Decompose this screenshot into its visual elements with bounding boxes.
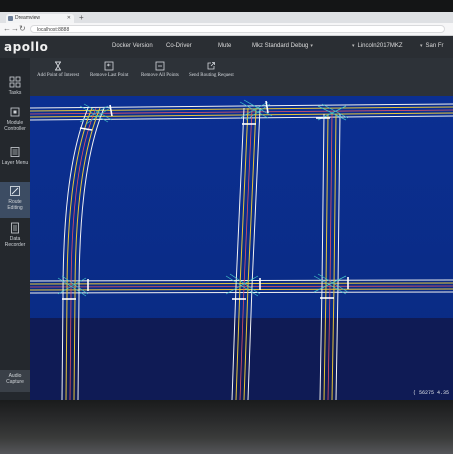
browser-tab-bar: Dreamview ✕ + (0, 12, 453, 23)
docker-version-label: Docker Version (112, 43, 153, 49)
tool-label: Remove All Points (141, 73, 179, 78)
tool-label: Add Point of Interest (37, 73, 80, 78)
co-driver-toggle[interactable]: Co-Driver (166, 43, 192, 49)
undo-icon (104, 61, 114, 71)
app-header: apollo Docker Version Co-Driver Mute Mkz… (0, 36, 453, 58)
browser-toolbar: ← → ↻ localhost:8888 (0, 23, 453, 36)
sidebar-item-label: Module Controller (4, 120, 26, 132)
tool-label: Send Routing Request (189, 73, 234, 78)
tasks-grid-icon (9, 76, 21, 88)
apollo-logo: apollo (4, 40, 49, 54)
sidebar-item-module-controller[interactable]: Module Controller (0, 106, 30, 142)
sidebar-item-tasks[interactable]: Tasks (0, 76, 30, 102)
sidebar-item-layer-menu[interactable]: Layer Menu (0, 146, 30, 182)
data-recorder-icon (11, 222, 19, 234)
send-routing-request-button[interactable]: Send Routing Request (189, 61, 234, 78)
remove-last-point-button[interactable]: Remove Last Point (90, 61, 128, 78)
close-tab-icon[interactable]: ✕ (67, 14, 71, 23)
screen: Dreamview ✕ + ← → ↻ localhost:8888 apoll… (0, 12, 453, 400)
sidebar-item-label: Layer Menu (1, 160, 29, 166)
sidebar-item-label: Audio Capture (6, 373, 24, 385)
chevron-down-icon: ▾ (420, 43, 423, 49)
chevron-down-icon: ▾ (310, 43, 313, 49)
vehicle-selector-value: Lincoln2017MKZ (357, 43, 403, 49)
mode-selector-value: Mkz Standard Debug (252, 43, 309, 49)
sidebar-item-label: Route Editing (7, 199, 23, 211)
monitor-bezel-top (0, 0, 453, 12)
sidebar-item-label: Data Recorder (4, 236, 26, 248)
add-point-of-interest-button[interactable]: Add Point of Interest (37, 61, 79, 78)
address-bar[interactable]: localhost:8888 (30, 25, 445, 33)
route-editing-icon (10, 186, 20, 196)
map-canvas[interactable]: ( 56275 4.35 (30, 96, 453, 400)
hourglass-icon (55, 61, 62, 71)
monitor-bezel-bottom (0, 400, 453, 454)
browser-tab[interactable]: Dreamview ✕ (6, 14, 74, 23)
sidebar-item-audio-capture[interactable]: Audio Capture (0, 370, 30, 392)
route-tool-row: Add Point of Interest Remove Last Point … (30, 58, 453, 96)
sidebar: Tasks Module Controller Layer Menu Route… (0, 58, 30, 400)
map-selector[interactable]: ▾ San Fr (420, 43, 444, 49)
sidebar-item-data-recorder[interactable]: Data Recorder (0, 222, 30, 258)
coordinate-readout: ( 56275 4.35 (412, 390, 449, 396)
remove-all-icon (155, 61, 165, 71)
back-icon[interactable]: ← (3, 24, 11, 33)
sidebar-item-route-editing[interactable]: Route Editing (0, 182, 30, 218)
new-tab-icon[interactable]: + (79, 13, 84, 22)
forward-icon[interactable]: → (11, 24, 19, 33)
chevron-down-icon: ▾ (352, 43, 355, 49)
road-map (30, 96, 453, 400)
mode-selector[interactable]: Mkz Standard Debug ▾ (252, 43, 313, 49)
module-controller-icon (10, 107, 20, 117)
send-icon (207, 62, 216, 70)
tool-label: Remove Last Point (90, 73, 129, 78)
vehicle-selector[interactable]: ▾ Lincoln2017MKZ (352, 43, 403, 49)
mute-toggle[interactable]: Mute (218, 43, 231, 49)
favicon-icon (8, 16, 13, 21)
sidebar-item-label: Tasks (8, 90, 22, 96)
layer-menu-icon (10, 147, 20, 157)
tab-title: Dreamview (15, 15, 41, 21)
map-selector-value: San Fr (425, 43, 444, 49)
reload-icon[interactable]: ↻ (19, 24, 26, 33)
remove-all-points-button[interactable]: Remove All Points (141, 61, 179, 78)
